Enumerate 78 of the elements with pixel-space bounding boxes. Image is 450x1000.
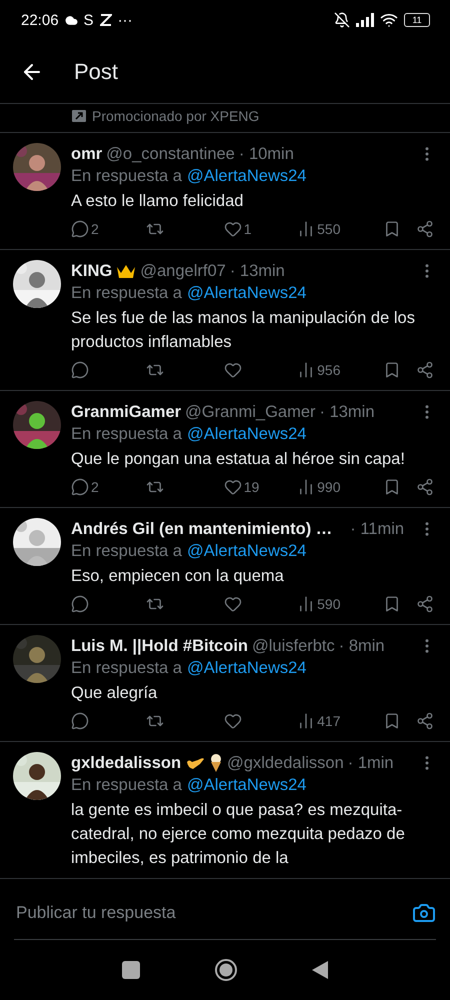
reply-context: En respuesta a <box>71 283 182 304</box>
more-notifications: ··· <box>118 12 133 28</box>
comment-icon[interactable] <box>71 361 89 379</box>
author-name: Luis M. ||Hold #Bitcoin <box>71 636 248 657</box>
author-name: Andrés Gil (en mantenimiento) … <box>71 519 332 540</box>
reply-context: En respuesta a <box>71 424 182 445</box>
app-icon <box>100 14 112 26</box>
author-name: KING <box>71 261 112 282</box>
like-icon[interactable] <box>224 478 242 496</box>
author-name: gxldedalisson <box>71 753 182 774</box>
like-icon[interactable] <box>224 595 242 613</box>
share-icon[interactable] <box>416 361 434 379</box>
view-count: 550 <box>317 221 340 237</box>
muted-bell-icon <box>334 12 350 28</box>
comment-count: 2 <box>91 221 99 237</box>
post-time: · 11min <box>350 519 404 540</box>
reply-text: A esto le llamo felicidad <box>71 191 244 212</box>
app-letter: S <box>84 12 94 28</box>
like-icon[interactable] <box>224 361 242 379</box>
share-icon[interactable] <box>416 712 434 730</box>
post-time: · 10min <box>238 144 294 165</box>
author-handle: @Granmi_Gamer <box>185 402 316 423</box>
mention-link[interactable]: @AlertaNews24 <box>187 165 306 187</box>
reply-context: En respuesta a <box>71 166 182 187</box>
reply-context: En respuesta a <box>71 541 182 562</box>
mention-link[interactable]: @AlertaNews24 <box>187 774 306 796</box>
reply-text: la gente es imbecil o que pasa? es mezquita-catedral, no ejerce como mezquita pedazo de imbeciles, es patrimonio de la <box>71 800 406 869</box>
comment-icon[interactable] <box>71 220 89 238</box>
reply-text: Se les fue de las manos la manipulación de los productos inflamables <box>71 308 416 353</box>
author-handle: @o_constantinee <box>106 144 235 165</box>
view-count: 590 <box>317 596 340 612</box>
share-icon[interactable] <box>416 220 434 238</box>
like-icon[interactable] <box>224 220 242 238</box>
post-time: · 1min <box>348 753 394 774</box>
mention-link[interactable]: @AlertaNews24 <box>187 540 306 562</box>
mention-link[interactable]: @AlertaNews24 <box>187 657 306 679</box>
promoted-label: Promocionado por XPENG <box>92 108 260 124</box>
reply-context: En respuesta a <box>71 775 182 796</box>
cloud-icon <box>64 14 78 26</box>
comment-icon[interactable] <box>71 595 89 613</box>
crown-icon <box>116 263 136 279</box>
comment-icon[interactable] <box>71 712 89 730</box>
like-count: 1 <box>244 221 252 237</box>
view-count: 956 <box>317 362 340 378</box>
status-time: 22:06 <box>21 12 59 28</box>
share-icon[interactable] <box>416 595 434 613</box>
share-icon[interactable] <box>416 478 434 496</box>
reply-input[interactable]: Publicar tu respuesta <box>14 902 412 924</box>
author-name: omr <box>71 144 102 165</box>
post-time: · 13min <box>230 261 285 282</box>
view-count: 417 <box>317 713 340 729</box>
recents-button[interactable] <box>122 961 140 979</box>
like-icon[interactable] <box>224 712 242 730</box>
author-handle: @luisferbtc <box>252 636 335 657</box>
mention-link[interactable]: @AlertaNews24 <box>187 423 306 445</box>
reply-text: Que alegría <box>71 683 158 704</box>
camera-icon[interactable] <box>412 901 436 925</box>
page-title: Post <box>74 58 118 84</box>
reply-text: Que le pongan una estatua al héroe sin capa! <box>71 449 406 470</box>
mention-link[interactable]: @AlertaNews24 <box>187 282 306 304</box>
battery: 11 <box>404 13 430 27</box>
view-count: 990 <box>317 479 340 495</box>
wifi-icon <box>380 11 398 29</box>
signal-icon <box>356 13 374 27</box>
promoted-icon <box>72 110 86 122</box>
home-button[interactable] <box>214 958 238 982</box>
comment-icon[interactable] <box>71 478 89 496</box>
post-time: · 13min <box>320 402 375 423</box>
author-handle: @angelrf07 <box>140 261 226 282</box>
ice-cream-icon <box>209 753 224 773</box>
author-handle: @gxldedalisson <box>227 753 344 774</box>
post-time: · 8min <box>338 636 385 657</box>
back-nav-button[interactable] <box>312 961 328 979</box>
author-name: GranmiGamer <box>71 402 182 423</box>
reply-context: En respuesta a <box>71 658 182 679</box>
comment-count: 2 <box>91 479 99 495</box>
reply-text: Eso, empiecen con la quema <box>71 566 285 587</box>
like-count: 19 <box>244 479 260 495</box>
